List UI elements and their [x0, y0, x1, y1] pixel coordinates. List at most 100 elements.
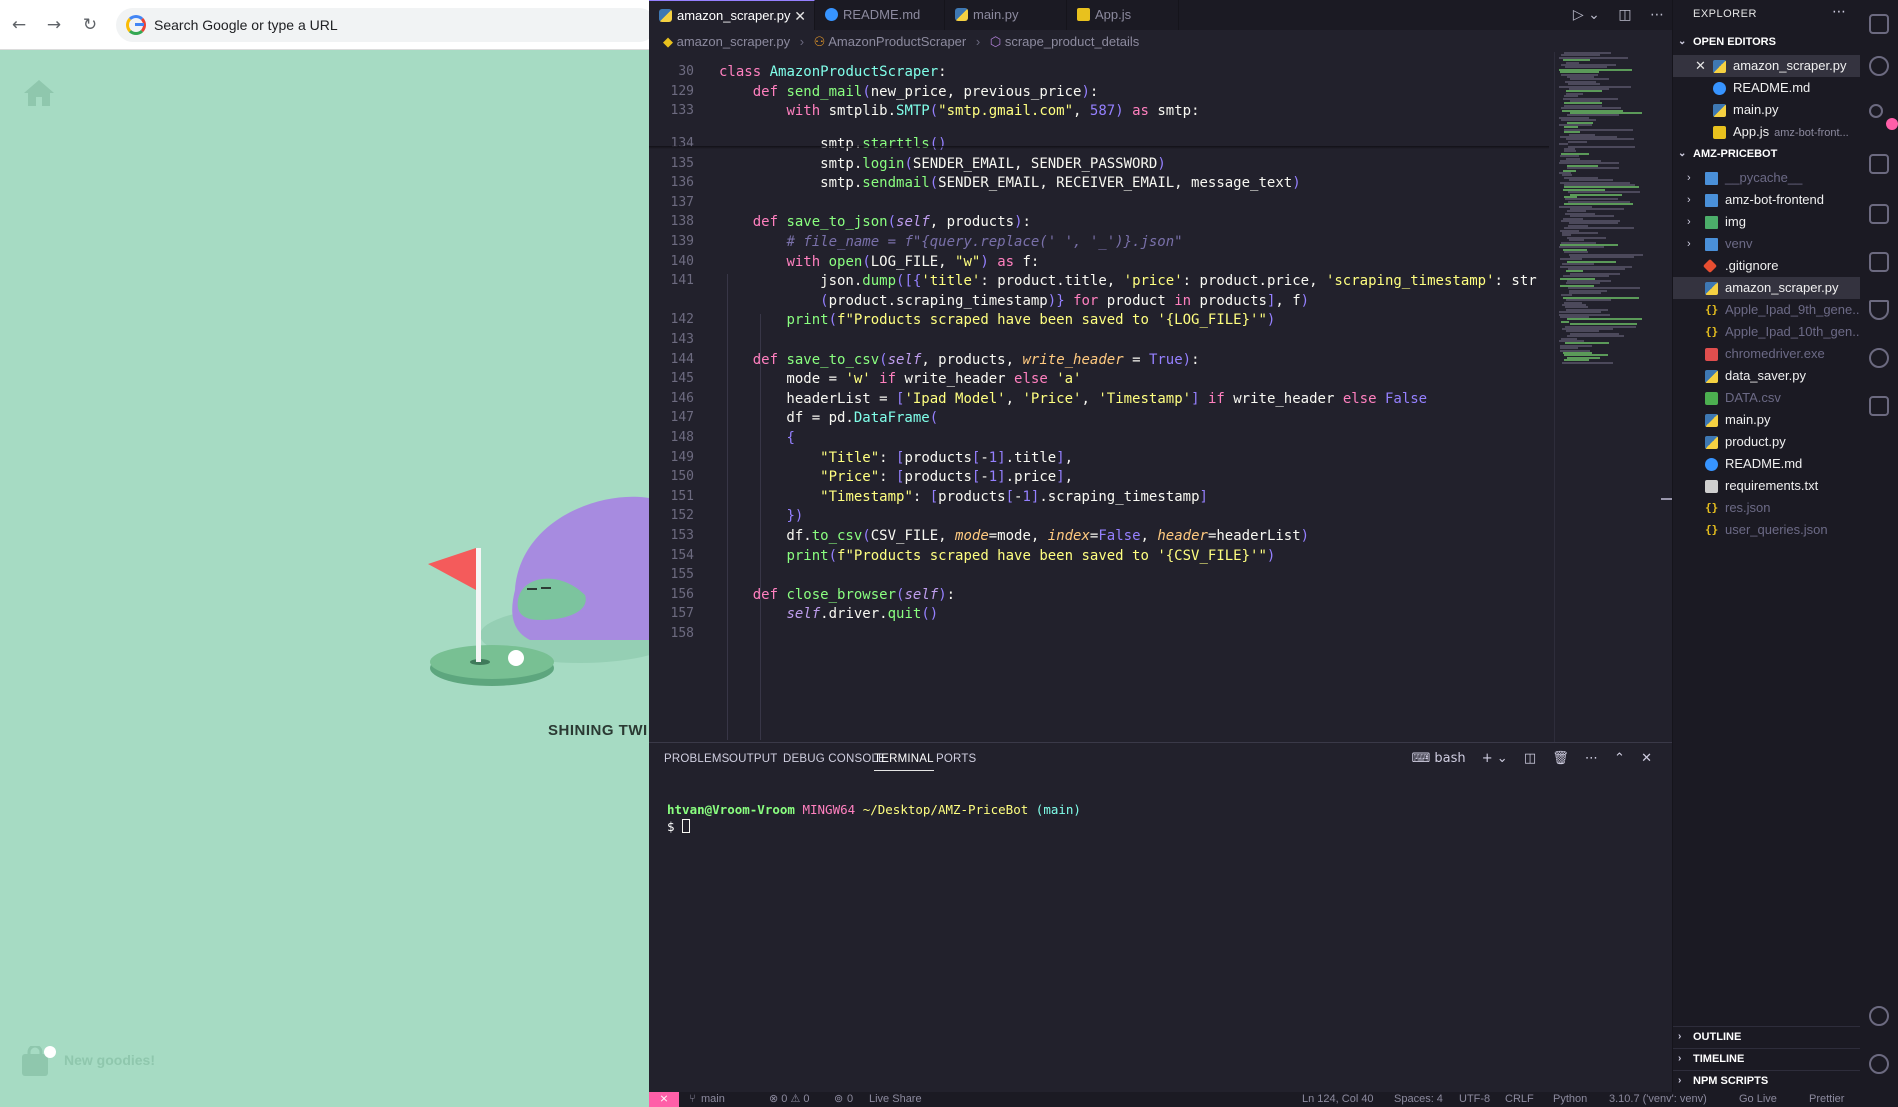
- file-item[interactable]: {} Apple_Ipad_9th_gene...: [1673, 299, 1861, 321]
- live-share-button[interactable]: Live Share: [869, 1092, 922, 1107]
- gear-icon[interactable]: [1869, 1054, 1889, 1074]
- code-line[interactable]: 140 with open(LOG_FILE, "w") as f:: [649, 252, 1549, 272]
- npm-scripts-section[interactable]: › NPM SCRIPTS: [1673, 1070, 1861, 1090]
- panel-tab-output[interactable]: OUTPUT: [729, 753, 777, 765]
- new-terminal-icon[interactable]: + ⌄: [1482, 751, 1508, 766]
- breadcrumb-file[interactable]: amazon_scraper.py: [677, 34, 790, 49]
- tab-app-js[interactable]: App.js: [1067, 0, 1179, 30]
- breadcrumb-class[interactable]: AmazonProductScraper: [828, 34, 966, 49]
- forward-button[interactable]: →: [43, 14, 65, 36]
- code-line[interactable]: 139 # file_name = f"{query.replace(' ', …: [649, 232, 1549, 252]
- encoding[interactable]: UTF-8: [1459, 1092, 1490, 1107]
- folder-item[interactable]: › amz-bot-frontend: [1673, 189, 1861, 211]
- file-item[interactable]: {} res.json: [1673, 497, 1861, 519]
- file-item[interactable]: {} Apple_Ipad_10th_gen...: [1673, 321, 1861, 343]
- run-debug-icon[interactable]: [1869, 154, 1889, 174]
- open-editor-item[interactable]: ✕ amazon_scraper.py: [1673, 55, 1861, 77]
- open-editor-item[interactable]: App.js amz-bot-front...: [1673, 121, 1861, 143]
- code-line[interactable]: 142 print(f"Products scraped have been s…: [649, 310, 1549, 330]
- home-icon[interactable]: [22, 78, 56, 108]
- open-editor-item[interactable]: main.py: [1673, 99, 1861, 121]
- file-item[interactable]: chromedriver.exe: [1673, 343, 1861, 365]
- shell-label[interactable]: bash: [1434, 751, 1465, 766]
- search-icon[interactable]: [1869, 56, 1889, 76]
- testing-icon[interactable]: [1869, 300, 1889, 320]
- problems-indicator[interactable]: ⊗ 0 ⚠ 0: [769, 1092, 809, 1107]
- code-line[interactable]: 155: [649, 565, 1549, 585]
- timeline-section[interactable]: › TIMELINE: [1673, 1048, 1861, 1068]
- prettier-status[interactable]: Prettier: [1809, 1092, 1844, 1107]
- back-button[interactable]: ←: [8, 14, 30, 36]
- code-line[interactable]: 144 def save_to_csv(self, products, writ…: [649, 350, 1549, 370]
- split-editor-icon[interactable]: ◫: [1618, 7, 1631, 23]
- folder-item[interactable]: › venv: [1673, 233, 1861, 255]
- run-icon[interactable]: ▷ ⌄: [1573, 7, 1600, 23]
- panel-tab-problems[interactable]: PROBLEMS: [664, 753, 730, 765]
- minimap[interactable]: [1554, 52, 1674, 742]
- python-interpreter[interactable]: 3.10.7 ('venv': venv): [1609, 1092, 1707, 1107]
- code-line[interactable]: 138 def save_to_json(self, products):: [649, 212, 1549, 232]
- code-editor[interactable]: 134 smtp.starttls() 135 smtp.login(SENDER…: [649, 54, 1549, 740]
- live-share-icon[interactable]: [1869, 348, 1889, 368]
- tab-readme[interactable]: README.md: [815, 0, 945, 30]
- sticky-scroll-line[interactable]: 133 with smtplib.SMTP("smtp.gmail.com", …: [649, 101, 1549, 122]
- omnibox[interactable]: Search Google or type a URL: [116, 8, 649, 42]
- remote-indicator[interactable]: ⨯: [649, 1092, 679, 1107]
- code-line[interactable]: 150 "Price": [products[-1].price],: [649, 467, 1549, 487]
- file-item[interactable]: DATA.csv: [1673, 387, 1861, 409]
- code-line[interactable]: 147 df = pd.DataFrame(: [649, 408, 1549, 428]
- close-icon[interactable]: ✕: [1695, 55, 1706, 77]
- file-item[interactable]: requirements.txt: [1673, 475, 1861, 497]
- maximize-panel-icon[interactable]: ⌃: [1614, 751, 1625, 766]
- file-item[interactable]: README.md: [1673, 453, 1861, 475]
- sticky-scroll-line[interactable]: 30 class AmazonProductScraper:: [649, 62, 1549, 82]
- code-line[interactable]: 145 mode = 'w' if write_header else 'a': [649, 369, 1549, 389]
- split-terminal-icon[interactable]: ◫: [1524, 751, 1536, 766]
- open-editor-item[interactable]: README.md: [1673, 77, 1861, 99]
- panel-tab-ports[interactable]: PORTS: [936, 753, 976, 765]
- code-line[interactable]: 152 }): [649, 506, 1549, 526]
- outline-section[interactable]: › OUTLINE: [1673, 1026, 1861, 1046]
- omnibox-placeholder[interactable]: Search Google or type a URL: [154, 8, 338, 42]
- code-line[interactable]: 151 "Timestamp": [products[-1].scraping_…: [649, 487, 1549, 507]
- code-line[interactable]: 141 json.dump([{'title': product.title, …: [649, 271, 1549, 291]
- more-icon[interactable]: ⋯: [1585, 751, 1598, 766]
- code-line[interactable]: 156 def close_browser(self):: [649, 585, 1549, 605]
- code-line[interactable]: 146 headerList = ['Ipad Model', 'Price',…: [649, 389, 1549, 409]
- file-item[interactable]: main.py: [1673, 409, 1861, 431]
- close-panel-icon[interactable]: ✕: [1641, 751, 1652, 766]
- folder-item[interactable]: › __pycache__: [1673, 167, 1861, 189]
- ports-count[interactable]: 0: [847, 1092, 853, 1107]
- code-line[interactable]: 143: [649, 330, 1549, 350]
- code-line[interactable]: 134 smtp.starttls(): [649, 134, 1549, 154]
- docker-icon[interactable]: [1869, 396, 1889, 416]
- reload-button[interactable]: ↻: [79, 14, 101, 36]
- code-line[interactable]: 136 smtp.sendmail(SENDER_EMAIL, RECEIVER…: [649, 173, 1549, 193]
- file-item[interactable]: .gitignore: [1673, 255, 1861, 277]
- remote-explorer-icon[interactable]: [1869, 204, 1889, 224]
- go-live-button[interactable]: Go Live: [1739, 1092, 1777, 1107]
- code-line[interactable]: 137: [649, 193, 1549, 213]
- terminal-output[interactable]: htvan@Vroom-Vroom MINGW64 ~/Desktop/AMZ-…: [667, 801, 1081, 835]
- more-icon[interactable]: ⋯: [1832, 4, 1846, 20]
- language-mode[interactable]: Python: [1553, 1092, 1587, 1107]
- open-editors-header[interactable]: ⌄ OPEN EDITORS: [1673, 32, 1861, 52]
- git-branch[interactable]: main: [701, 1092, 725, 1107]
- code-line[interactable]: 135 smtp.login(SENDER_EMAIL, SENDER_PASS…: [649, 154, 1549, 174]
- more-actions-icon[interactable]: ⋯: [1650, 7, 1664, 23]
- code-line[interactable]: 148 {: [649, 428, 1549, 448]
- file-item[interactable]: {} user_queries.json: [1673, 519, 1861, 541]
- new-goodies-badge[interactable]: New goodies!: [20, 1044, 155, 1076]
- extensions-icon[interactable]: [1869, 252, 1889, 272]
- code-line[interactable]: 158: [649, 624, 1549, 644]
- file-item[interactable]: amazon_scraper.py: [1673, 277, 1861, 299]
- indentation[interactable]: Spaces: 4: [1394, 1092, 1443, 1107]
- tab-main[interactable]: main.py: [945, 0, 1067, 30]
- project-header[interactable]: ⌄ AMZ-PRICEBOT: [1673, 144, 1861, 164]
- end-of-line[interactable]: CRLF: [1505, 1092, 1534, 1107]
- folder-item[interactable]: › img: [1673, 211, 1861, 233]
- trash-icon[interactable]: 🗑: [1552, 751, 1569, 766]
- file-item[interactable]: product.py: [1673, 431, 1861, 453]
- account-icon[interactable]: [1869, 1006, 1889, 1026]
- breadcrumb-method[interactable]: scrape_product_details: [1005, 34, 1139, 49]
